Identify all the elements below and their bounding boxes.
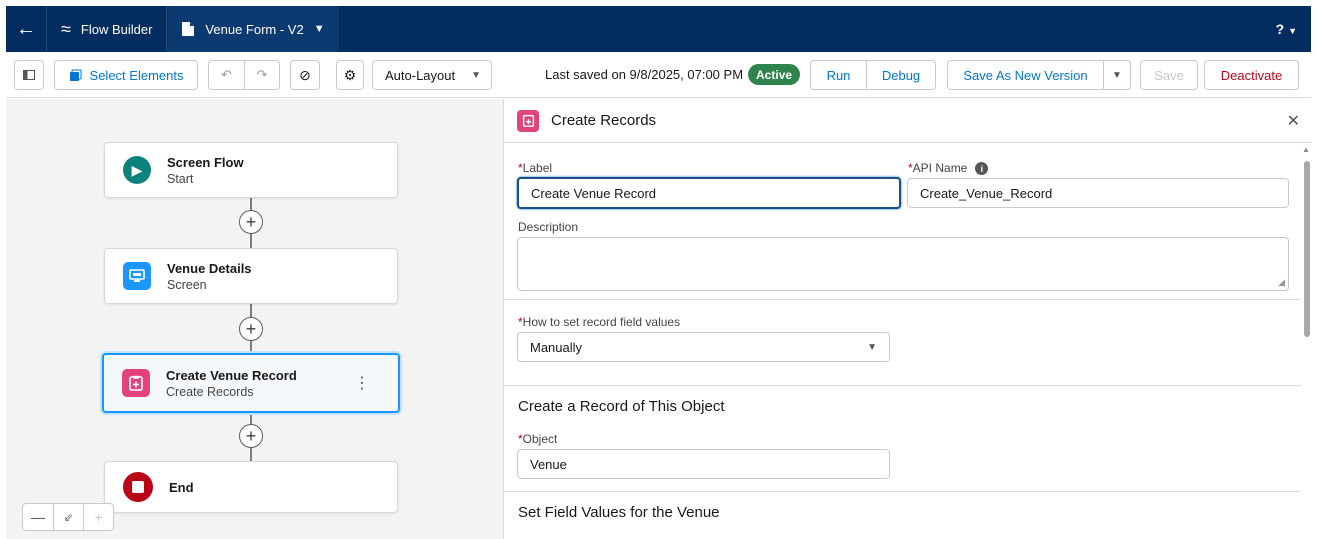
flow-toolbar: Select Elements ↶ ↷ ⊘ ⚙ Auto-Layout ▼ La… (6, 52, 1311, 98)
object-field-label: *Object (518, 432, 558, 446)
save-as-group: Save As New Version ▼ (947, 60, 1131, 90)
api-name-input-value: Create_Venue_Record (920, 185, 1053, 201)
object-input[interactable]: Venue (517, 449, 890, 479)
field-values-section-title: Set Field Values for the Venue (518, 504, 720, 521)
global-header: ← ≈ Flow Builder Venue Form - V2 ▼ ? ▼ (6, 6, 1311, 52)
api-name-field-label: *API Name i (908, 161, 989, 176)
label-field-label: *Label (518, 161, 553, 175)
zoom-in-button[interactable]: + (83, 504, 113, 530)
flow-version-tab[interactable]: Venue Form - V2 ▼ (167, 6, 339, 52)
section-divider (504, 491, 1301, 492)
select-icon (69, 69, 82, 81)
create-record-icon (517, 109, 539, 132)
gear-icon: ⚙ (343, 66, 357, 83)
add-element-button[interactable]: + (239, 317, 263, 341)
panel-title: Create Records (551, 112, 657, 129)
flow-node-screen[interactable]: Venue Details Screen (104, 248, 398, 304)
label-input[interactable]: Create Venue Record (517, 177, 901, 209)
document-icon (182, 22, 195, 36)
status-badge: Active (748, 64, 801, 85)
run-button[interactable]: Run (811, 61, 866, 89)
flow-node-create-records[interactable]: Create Venue Record Create Records ⋮ (102, 353, 400, 413)
app-title: Flow Builder (80, 21, 153, 37)
deactivate-button[interactable]: Deactivate (1204, 60, 1299, 90)
scrollbar-thumb[interactable] (1304, 161, 1310, 337)
chevron-down-icon: ▼ (867, 342, 877, 353)
node-subtitle: Screen (167, 277, 207, 292)
description-field-label: Description (518, 220, 579, 234)
fit-to-view-icon[interactable]: ⇙ (53, 504, 83, 530)
object-section-title: Create a Record of This Object (518, 398, 725, 415)
last-saved-text: Last saved on 9/8/2025, 07:00 PM (545, 67, 744, 82)
flow-canvas[interactable]: ▶ Screen Flow Start + Venue Details Scre… (6, 99, 503, 539)
panel-toggle-icon (23, 70, 35, 80)
redo-icon[interactable]: ↷ (244, 61, 279, 89)
layout-mode-select[interactable]: Auto-Layout ▼ (372, 60, 492, 90)
help-label: ? (1275, 21, 1285, 37)
api-name-input[interactable]: Create_Venue_Record (907, 178, 1289, 208)
node-title: Venue Details (167, 260, 252, 276)
chevron-down-icon: ▼ (1288, 26, 1297, 36)
zoom-controls: — ⇙ + (22, 503, 114, 531)
properties-panel: Create Records ✕ *Label Create Venue Rec… (503, 99, 1312, 539)
scroll-up-icon[interactable]: ▲ (1302, 145, 1310, 154)
close-icon[interactable]: ✕ (1287, 111, 1300, 131)
add-element-button[interactable]: + (239, 424, 263, 448)
toggle-panel-button[interactable] (14, 60, 44, 90)
panel-header: Create Records ✕ (504, 99, 1312, 143)
play-icon: ▶ (123, 156, 151, 184)
back-arrow-icon[interactable]: ← (6, 6, 46, 52)
settings-button[interactable]: ⚙ (336, 60, 364, 90)
save-button[interactable]: Save (1140, 60, 1198, 90)
create-record-icon (122, 369, 150, 397)
run-debug-group: Run Debug (810, 60, 936, 90)
node-subtitle: Start (167, 171, 194, 186)
chevron-down-icon: ▼ (471, 69, 481, 81)
object-input-value: Venue (530, 456, 567, 472)
stop-icon (123, 472, 153, 502)
disable-button[interactable]: ⊘ (290, 60, 320, 90)
flow-node-end[interactable]: End (104, 461, 398, 513)
add-element-button[interactable]: + (239, 210, 263, 234)
flow-version-title: Venue Form - V2 (205, 21, 304, 37)
section-divider (504, 385, 1301, 386)
node-title: End (169, 479, 194, 495)
zoom-out-button[interactable]: — (23, 504, 53, 530)
how-to-set-value: Manually (530, 339, 583, 355)
chevron-down-icon[interactable]: ▼ (1103, 61, 1130, 89)
info-icon[interactable]: i (975, 162, 989, 176)
debug-button[interactable]: Debug (866, 61, 935, 89)
node-title: Screen Flow (167, 154, 244, 170)
flow-icon: ≈ (61, 18, 71, 39)
app-title-area: ≈ Flow Builder (47, 6, 166, 52)
select-elements-button[interactable]: Select Elements (54, 60, 198, 90)
how-to-set-select[interactable]: Manually ▼ (517, 332, 890, 362)
panel-scrollbar[interactable]: ▲ (1302, 145, 1312, 539)
help-menu[interactable]: ? ▼ (1276, 21, 1311, 37)
screen-icon (123, 262, 151, 290)
resize-handle-icon[interactable]: ◢ (1278, 277, 1285, 288)
how-to-set-field-label: *How to set record field values (518, 315, 681, 329)
section-divider (504, 299, 1301, 300)
node-title: Create Venue Record (166, 367, 297, 383)
prohibit-icon: ⊘ (299, 66, 311, 83)
description-textarea[interactable]: ◢ (517, 237, 1289, 291)
select-elements-label: Select Elements (89, 67, 184, 83)
undo-redo-group: ↶ ↷ (208, 60, 280, 90)
save-as-new-version-button[interactable]: Save As New Version (948, 61, 1103, 89)
undo-icon[interactable]: ↶ (209, 61, 244, 89)
node-subtitle: Create Records (166, 384, 254, 399)
more-actions-icon[interactable]: ⋮ (354, 373, 370, 393)
layout-mode-value: Auto-Layout (385, 67, 456, 83)
chevron-down-icon: ▼ (313, 23, 325, 35)
flow-node-start[interactable]: ▶ Screen Flow Start (104, 142, 398, 198)
label-input-value: Create Venue Record (531, 185, 657, 201)
